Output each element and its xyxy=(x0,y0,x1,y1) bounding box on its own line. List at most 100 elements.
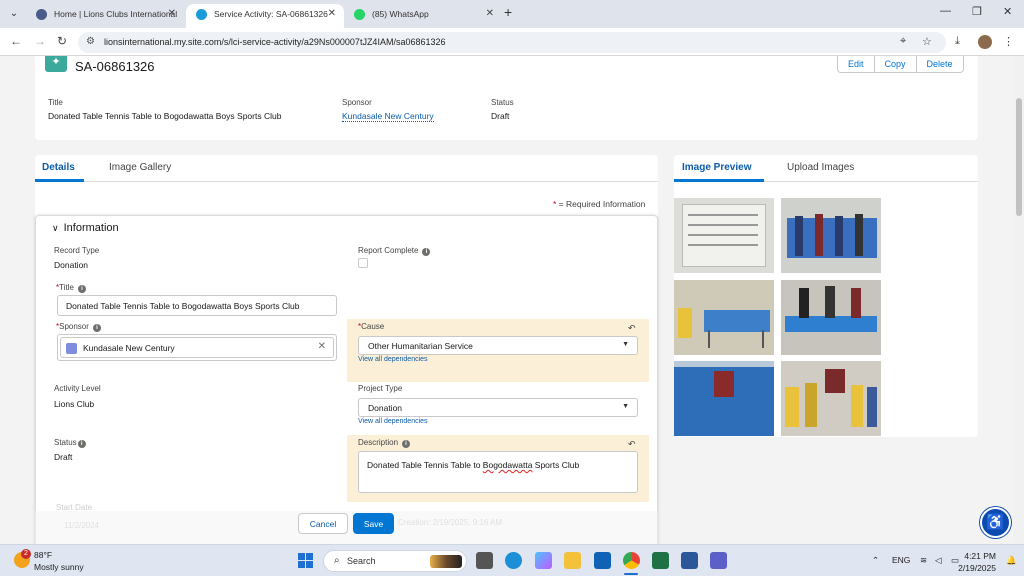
edge-icon[interactable] xyxy=(505,552,522,569)
tab-title: Home | Lions Clubs International xyxy=(54,9,178,19)
browser-tab-service-activity[interactable]: Service Activity: SA-06861326 ✕ xyxy=(186,4,344,28)
info-icon[interactable]: i xyxy=(422,248,431,256)
dropdown-caret-icon: ▼ xyxy=(622,341,629,348)
notifications-bell-icon[interactable]: 🔔 xyxy=(1006,555,1017,566)
teams-icon[interactable] xyxy=(710,552,727,569)
file-explorer-icon[interactable] xyxy=(564,552,581,569)
address-bar: ← → ↻ ⚙ lionsinternational.my.site.com/s… xyxy=(0,28,1024,56)
search-highlight-image xyxy=(430,555,462,568)
weather-desc[interactable]: Mostly sunny xyxy=(34,562,84,572)
forward-icon[interactable]: → xyxy=(34,34,46,48)
image-thumbnail[interactable] xyxy=(781,198,881,273)
image-thumbnail[interactable] xyxy=(674,280,774,355)
site-info-icon[interactable]: ⚙ xyxy=(86,36,95,47)
cause-value: Other Humanitarian Service xyxy=(368,341,473,351)
scrollbar-thumb[interactable] xyxy=(1016,98,1022,216)
close-tab-icon[interactable]: ✕ xyxy=(168,4,176,24)
info-icon[interactable]: i xyxy=(77,285,86,293)
undo-icon[interactable]: ↶ xyxy=(628,323,636,334)
language-indicator[interactable]: ENG xyxy=(892,555,910,565)
sponsor-pill: Kundasale New Century ✕ xyxy=(60,337,334,358)
tab-title: (85) WhatsApp xyxy=(372,9,429,19)
record-type-label: Record Type xyxy=(54,246,100,255)
bookmark-star-icon[interactable]: ☆ xyxy=(922,35,932,48)
info-icon[interactable]: i xyxy=(77,440,86,448)
highlight-status-value: Draft xyxy=(491,111,510,121)
wifi-icon[interactable]: ≋ xyxy=(920,555,927,566)
highlight-title-label: Title xyxy=(48,98,63,107)
location-icon[interactable]: ⌖ xyxy=(900,35,906,48)
info-icon[interactable]: i xyxy=(92,324,101,332)
back-icon[interactable]: ← xyxy=(10,34,22,48)
project-type-select[interactable]: Donation ▼ xyxy=(358,398,638,417)
browser-tab-whatsapp[interactable]: (85) WhatsApp ✕ xyxy=(344,4,502,28)
url-text[interactable]: lionsinternational.my.site.com/s/lci-ser… xyxy=(104,37,446,47)
required-info-note: * = Required Information xyxy=(553,199,646,209)
minimize-icon[interactable]: — xyxy=(940,5,951,17)
outlook-icon[interactable] xyxy=(594,552,611,569)
edit-button[interactable]: Edit xyxy=(838,56,875,72)
tab-image-gallery[interactable]: Image Gallery xyxy=(109,162,171,173)
copy-button[interactable]: Copy xyxy=(875,56,917,72)
browser-menu-icon[interactable]: ⋮ xyxy=(1003,35,1014,48)
reload-icon[interactable]: ↻ xyxy=(57,34,67,48)
clear-selection-icon[interactable]: ✕ xyxy=(318,341,326,352)
word-icon[interactable] xyxy=(681,552,698,569)
undo-icon[interactable]: ↶ xyxy=(628,439,636,450)
tab-title: Service Activity: SA-06861326 xyxy=(214,9,328,19)
omnibox[interactable]: ⚙ lionsinternational.my.site.com/s/lci-s… xyxy=(78,32,946,53)
cause-dependencies-link[interactable]: View all dependencies xyxy=(358,356,428,363)
highlight-sponsor-label: Sponsor xyxy=(342,98,372,107)
chrome-icon[interactable] xyxy=(623,552,640,569)
section-header[interactable]: ∨ Information xyxy=(52,222,119,234)
new-tab-icon[interactable]: + xyxy=(504,4,512,20)
tab-search-chevron-icon[interactable]: ⌄ xyxy=(6,6,22,22)
highlight-title: Title Donated Table Tennis Table to Bogo… xyxy=(48,98,281,121)
title-input[interactable]: Donated Table Tennis Table to Bogodawatt… xyxy=(57,295,337,316)
volume-icon[interactable]: ◁ xyxy=(935,555,942,566)
tab-upload-images[interactable]: Upload Images xyxy=(787,162,854,173)
restore-icon[interactable]: ❐ xyxy=(972,5,982,18)
tab-image-preview[interactable]: Image Preview xyxy=(682,162,751,173)
highlight-title-value: Donated Table Tennis Table to Bogodawatt… xyxy=(48,111,282,121)
active-tab-indicator xyxy=(674,179,764,182)
accessibility-icon[interactable]: ♿ xyxy=(980,507,1011,538)
cause-select[interactable]: Other Humanitarian Service ▼ xyxy=(358,336,638,355)
excel-icon[interactable] xyxy=(652,552,669,569)
section-title: Information xyxy=(63,222,119,234)
close-tab-icon[interactable]: ✕ xyxy=(328,4,336,24)
lions-favicon-icon xyxy=(36,9,47,20)
weather-temp[interactable]: 88°F xyxy=(34,550,52,560)
save-button[interactable]: Save xyxy=(353,513,394,534)
close-tab-icon[interactable]: ✕ xyxy=(486,4,494,24)
sponsor-label: *Sponsor i xyxy=(56,322,101,332)
windows-start-icon[interactable] xyxy=(298,553,313,568)
image-card: Image Preview Upload Images xyxy=(674,155,978,437)
profile-avatar[interactable] xyxy=(978,35,992,49)
close-window-icon[interactable]: ✕ xyxy=(1003,5,1012,18)
page-scrollbar[interactable] xyxy=(1014,56,1024,544)
image-thumbnail[interactable] xyxy=(781,361,881,436)
browser-tab-home[interactable]: Home | Lions Clubs International ✕ xyxy=(26,4,184,28)
project-type-dependencies-link[interactable]: View all dependencies xyxy=(358,418,428,425)
sponsor-lookup[interactable]: Kundasale New Century ✕ xyxy=(57,334,337,361)
chevron-down-icon[interactable]: ∨ xyxy=(52,223,59,234)
image-thumbnail[interactable] xyxy=(781,280,881,355)
status-value: Draft xyxy=(54,452,73,462)
task-view-icon[interactable] xyxy=(476,552,493,569)
delete-button[interactable]: Delete xyxy=(917,56,963,72)
system-clock[interactable]: 4:21 PM 2/19/2025 xyxy=(956,550,996,574)
cancel-button[interactable]: Cancel xyxy=(298,513,348,534)
highlight-sponsor-link[interactable]: Kundasale New Century xyxy=(342,111,434,122)
image-thumbnail[interactable] xyxy=(674,198,774,273)
tray-chevron-up-icon[interactable]: ⌃ xyxy=(872,555,879,566)
info-icon[interactable]: i xyxy=(402,440,411,448)
download-icon[interactable]: ⤓ xyxy=(955,35,960,48)
copilot-icon[interactable] xyxy=(535,552,552,569)
tab-details[interactable]: Details xyxy=(42,162,75,173)
report-complete-checkbox[interactable] xyxy=(358,258,368,268)
search-icon: ⌕ xyxy=(334,555,340,566)
image-thumbnail[interactable] xyxy=(674,361,774,436)
description-textarea[interactable]: Donated Table Tennis Table to Bogodawatt… xyxy=(358,451,638,493)
taskbar-search[interactable]: ⌕ Search xyxy=(323,550,467,572)
